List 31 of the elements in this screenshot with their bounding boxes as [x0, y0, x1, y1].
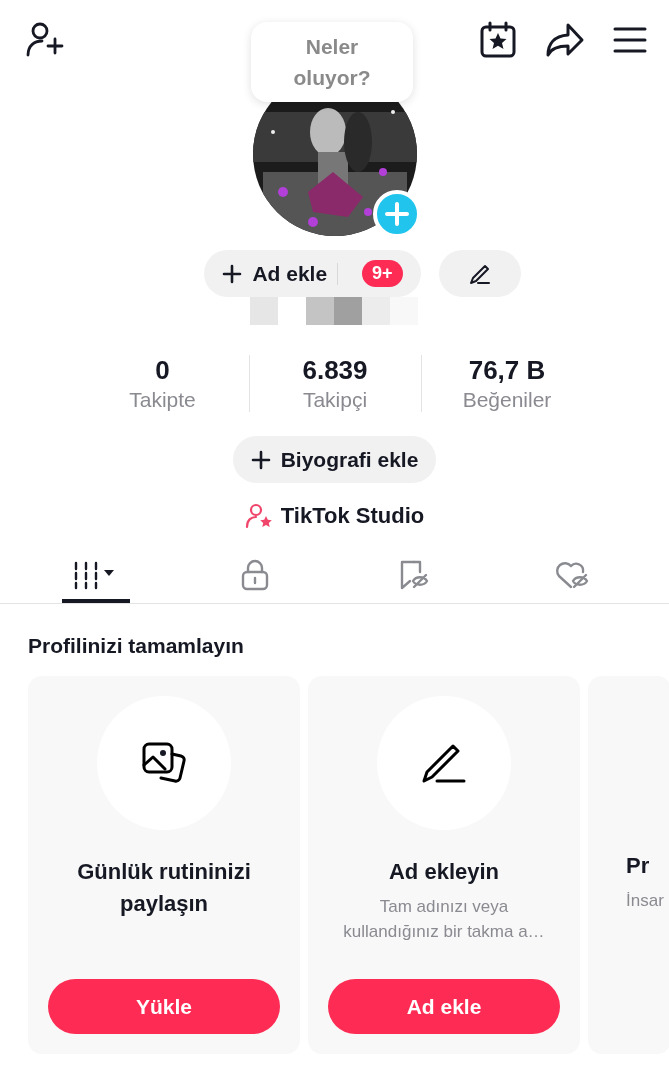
plus-icon [222, 263, 243, 284]
stat-value: 76,7 B [468, 355, 546, 386]
share-icon[interactable] [545, 22, 585, 58]
stat-value: 6.839 [302, 355, 368, 386]
add-bio-button[interactable]: Biyografi ekle [232, 436, 437, 483]
studio-link[interactable]: TikTok Studio [244, 503, 425, 529]
pencil-icon [468, 262, 491, 285]
plus-icon [250, 449, 271, 470]
stat-label: Takipte [129, 388, 196, 412]
card-description: İnsar [626, 890, 664, 912]
card-title: Pr [626, 852, 650, 880]
add-friend-icon[interactable] [26, 21, 66, 59]
person-star-icon [244, 503, 273, 529]
add-name-button[interactable]: Ad ekle 9+ [204, 250, 421, 297]
tooltip-bubble: Neler oluyor? [251, 22, 413, 102]
plus-icon [383, 201, 410, 227]
calendar-star-icon[interactable] [479, 21, 517, 59]
section-title: Profilinizi tamamlayın [28, 634, 245, 658]
card-title: Ad ekleyin [388, 858, 499, 886]
card-description: Tam adınızı veya kullandığınız bir takma a… [342, 896, 546, 943]
card-action-button[interactable]: Yükle [48, 979, 280, 1034]
stat-label: Beğeniler [462, 388, 552, 412]
card-action-button[interactable]: Ad ekle [328, 979, 560, 1034]
edit-button[interactable] [438, 250, 521, 297]
lock-icon [239, 559, 270, 591]
card-title: Günlük rutininizi paylaşın [76, 858, 252, 918]
stat-label: Takipçi [302, 388, 368, 412]
stat-value: 0 [155, 355, 170, 386]
photos-icon [141, 741, 187, 785]
menu-icon[interactable] [613, 26, 647, 54]
notification-badge: 9+ [362, 260, 403, 287]
